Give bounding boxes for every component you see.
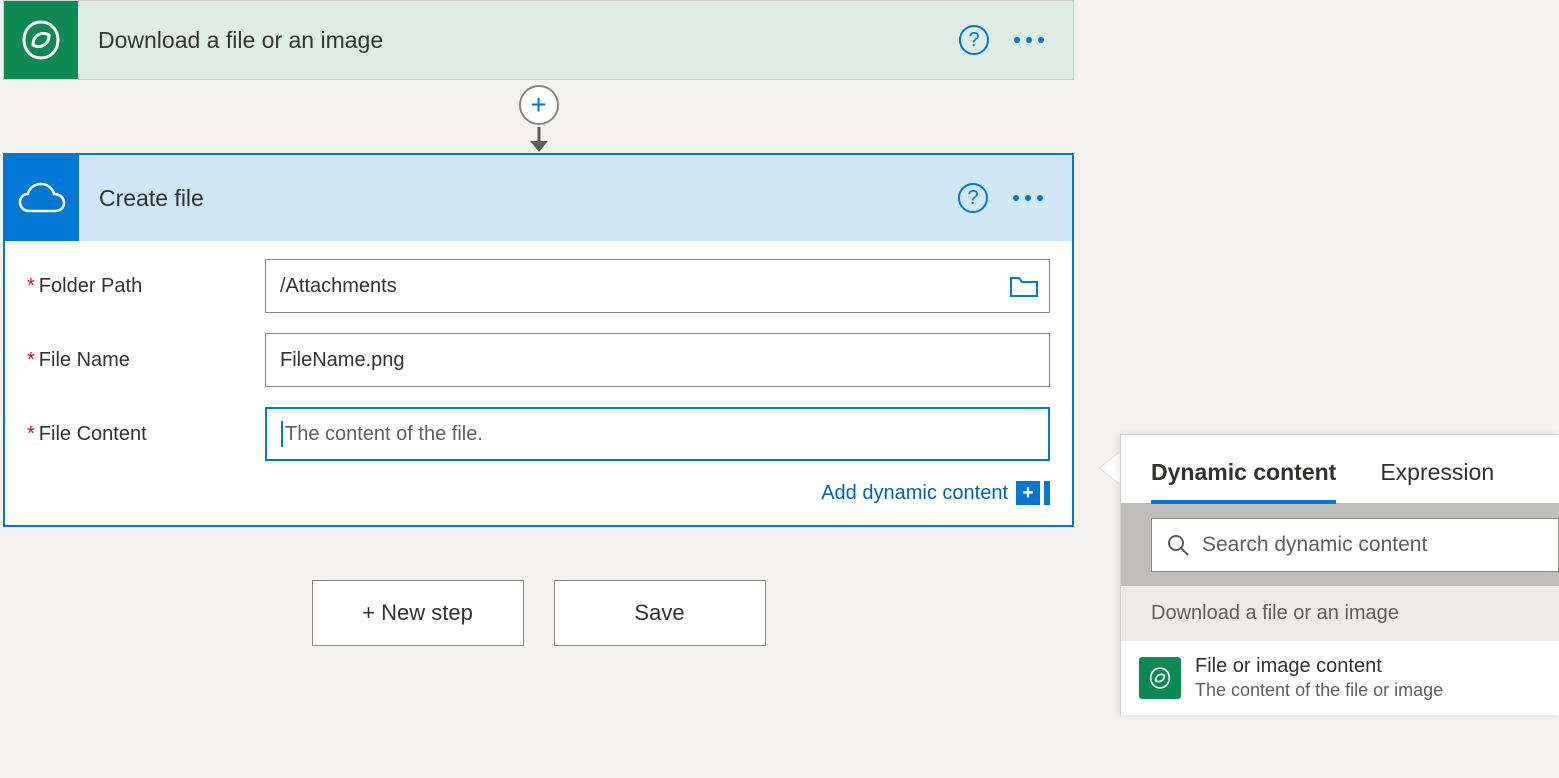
- text-caret: [281, 421, 283, 447]
- more-icon[interactable]: [1011, 25, 1047, 55]
- save-button[interactable]: Save: [554, 580, 766, 646]
- create-card-title: Create file: [99, 185, 958, 212]
- dataverse-icon: [4, 1, 78, 79]
- folder-path-label: *Folder Path: [27, 275, 265, 298]
- more-icon[interactable]: [1010, 183, 1046, 213]
- dynamic-content-panel: Dynamic content Expression Download a fi…: [1120, 434, 1559, 715]
- dyn-tabs: Dynamic content Expression: [1121, 435, 1559, 504]
- panel-pointer-icon: [1100, 452, 1120, 484]
- file-name-label: *File Name: [27, 349, 265, 372]
- dyn-item-desc: The content of the file or image: [1195, 680, 1443, 701]
- dataverse-icon: [1139, 657, 1181, 699]
- download-card-title: Download a file or an image: [98, 27, 959, 54]
- connector: +: [3, 80, 1074, 153]
- create-file-card: Create file ? *Folder Path *File Name *F…: [3, 153, 1074, 527]
- download-file-card[interactable]: Download a file or an image ?: [3, 0, 1074, 80]
- dyn-search: [1151, 518, 1559, 572]
- dyn-item-title: File or image content: [1195, 655, 1443, 678]
- add-dynamic-content-button[interactable]: +: [1016, 481, 1040, 505]
- dyn-search-input[interactable]: [1202, 533, 1544, 557]
- add-dynamic-content-link[interactable]: Add dynamic content: [821, 482, 1008, 505]
- file-content-input-wrap: [265, 407, 1050, 461]
- new-step-button[interactable]: + New step: [312, 580, 524, 646]
- add-dynamic-content-row: Add dynamic content +: [27, 481, 1050, 505]
- add-step-button[interactable]: +: [519, 85, 559, 125]
- help-icon[interactable]: ?: [959, 25, 989, 55]
- tab-expression[interactable]: Expression: [1380, 459, 1494, 503]
- create-file-form: *Folder Path *File Name *File Content Ad…: [5, 241, 1072, 525]
- file-content-row: *File Content: [27, 407, 1050, 461]
- file-content-label: *File Content: [27, 423, 265, 446]
- folder-path-row: *Folder Path: [27, 259, 1050, 313]
- footer-buttons: + New step Save: [3, 580, 1074, 646]
- help-icon[interactable]: ?: [958, 183, 988, 213]
- tab-dynamic-content[interactable]: Dynamic content: [1151, 459, 1336, 504]
- onedrive-icon: [5, 155, 79, 241]
- dyn-group-header: Download a file or an image: [1121, 586, 1559, 641]
- folder-path-input[interactable]: [280, 260, 1035, 312]
- file-name-input-wrap: [265, 333, 1050, 387]
- folder-path-input-wrap: [265, 259, 1050, 313]
- dyn-item-text: File or image content The content of the…: [1195, 655, 1443, 701]
- arrow-down-icon: [526, 127, 552, 153]
- file-name-row: *File Name: [27, 333, 1050, 387]
- create-file-header[interactable]: Create file ?: [5, 155, 1072, 241]
- dyn-item-file-content[interactable]: File or image content The content of the…: [1121, 641, 1559, 715]
- search-icon: [1166, 533, 1190, 557]
- file-content-input[interactable]: [285, 409, 1034, 459]
- dyn-search-wrap: [1121, 504, 1559, 586]
- collapse-handle-icon[interactable]: [1044, 481, 1050, 505]
- folder-picker-icon[interactable]: [1005, 267, 1043, 305]
- file-name-input[interactable]: [280, 334, 1035, 386]
